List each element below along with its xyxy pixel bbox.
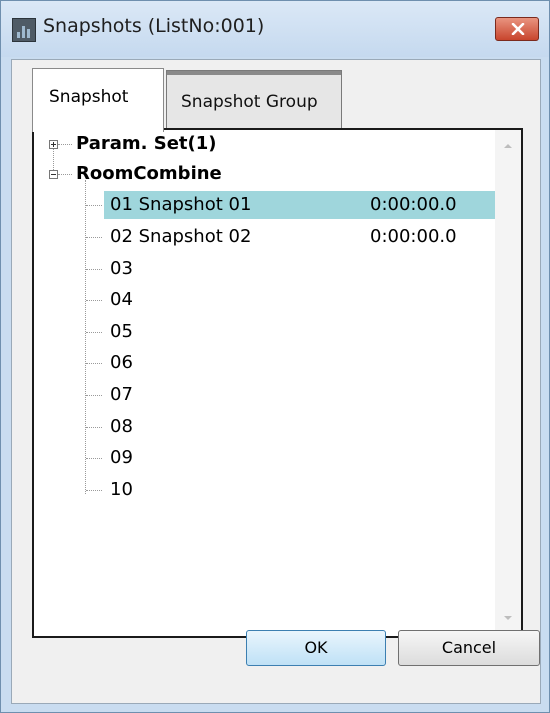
snapshot-tree-panel: Param. Set(1) RoomCombine 01 Snapshot 01…: [32, 128, 523, 638]
tree-line: [58, 174, 72, 175]
snapshot-name: 01 Snapshot 01: [110, 194, 252, 215]
tree-item-snapshot[interactable]: 10: [110, 476, 133, 504]
close-icon: [511, 23, 525, 35]
tree-item-snapshot[interactable]: 08: [110, 413, 133, 441]
tree-group-roomcombine[interactable]: RoomCombine: [76, 160, 222, 188]
scroll-down-icon[interactable]: [503, 614, 513, 622]
tree-item-snapshot[interactable]: 04: [110, 286, 133, 314]
dialog-body: Snapshot Group Snapshot Param. Set(1) Ro…: [11, 59, 541, 704]
close-button[interactable]: [495, 17, 539, 41]
title-bar[interactable]: Snapshots (ListNo:001): [1, 1, 549, 57]
snapshot-name: 02 Snapshot 02: [110, 226, 252, 247]
expand-toggle[interactable]: [49, 140, 58, 149]
tree-group-param-set[interactable]: Param. Set(1): [76, 130, 217, 158]
tree-line: [58, 144, 72, 145]
tab-label: Snapshot Group: [181, 92, 318, 112]
snapshot-tree[interactable]: Param. Set(1) RoomCombine 01 Snapshot 01…: [34, 130, 496, 636]
app-icon: [12, 18, 36, 42]
tree-item-snapshot[interactable]: 01 Snapshot 01 0:00:00.0: [104, 191, 496, 219]
tab-snapshot-group[interactable]: Snapshot Group: [166, 70, 342, 132]
tree-item-snapshot[interactable]: 07: [110, 381, 133, 409]
cancel-button[interactable]: Cancel: [398, 630, 540, 666]
scroll-up-icon[interactable]: [503, 142, 513, 150]
window-title: Snapshots (ListNo:001): [43, 15, 265, 37]
tree-item-snapshot[interactable]: 06: [110, 349, 133, 377]
ok-button[interactable]: OK: [246, 630, 386, 666]
collapse-toggle[interactable]: [49, 170, 58, 179]
tree-line: [85, 180, 86, 494]
vertical-scrollbar[interactable]: [495, 130, 521, 636]
snapshots-dialog: Snapshots (ListNo:001) Snapshot Group Sn…: [0, 0, 550, 713]
tab-label: Snapshot: [49, 87, 129, 107]
tab-snapshot[interactable]: Snapshot: [32, 68, 164, 132]
tree-item-snapshot[interactable]: 03: [110, 255, 133, 283]
snapshot-time: 0:00:00.0: [370, 226, 457, 247]
tree-item-snapshot[interactable]: 09: [110, 444, 133, 472]
tree-item-snapshot[interactable]: 05: [110, 318, 133, 346]
snapshot-time: 0:00:00.0: [370, 194, 457, 215]
tree-item-snapshot[interactable]: 02 Snapshot 02 0:00:00.0: [104, 223, 496, 251]
